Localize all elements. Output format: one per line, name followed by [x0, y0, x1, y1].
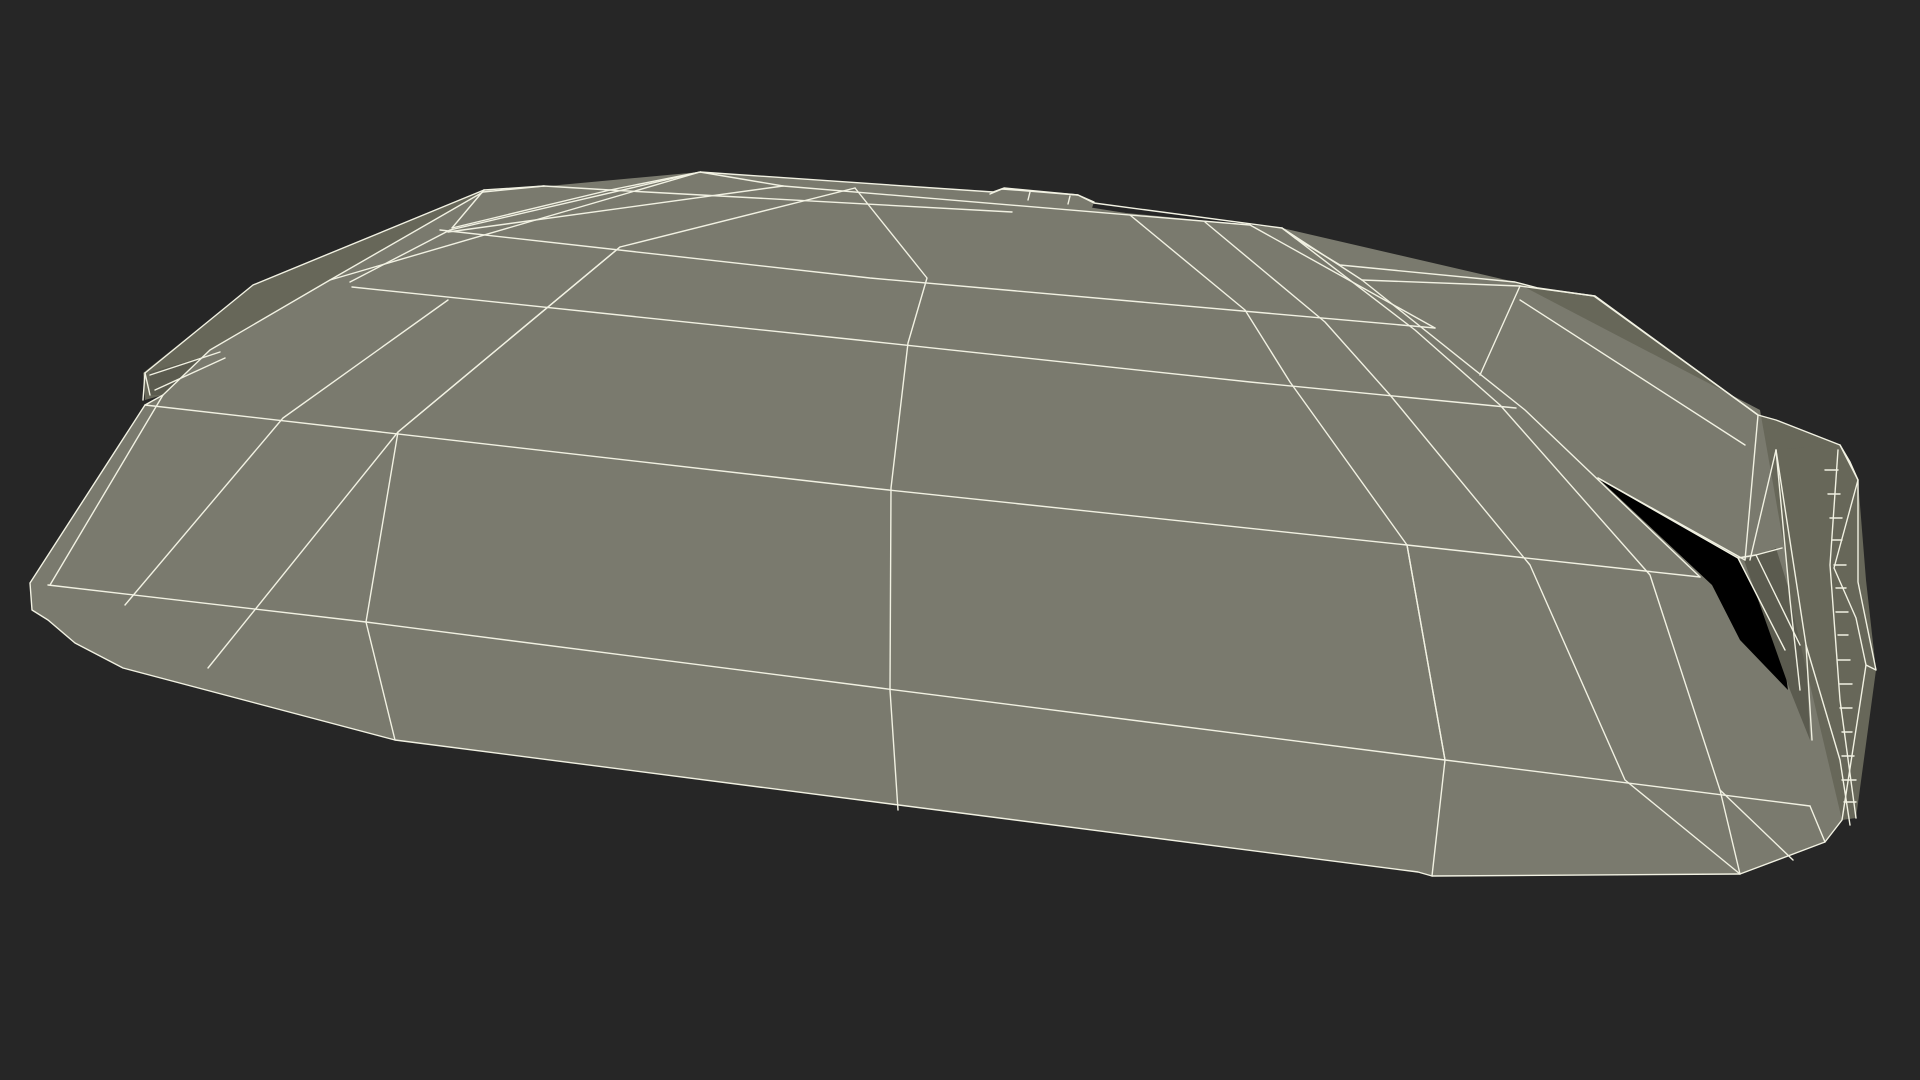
wireframe-render — [29, 171, 1877, 877]
3d-viewport[interactable] — [0, 0, 1920, 1080]
wireframe-mesh — [30, 172, 1876, 876]
